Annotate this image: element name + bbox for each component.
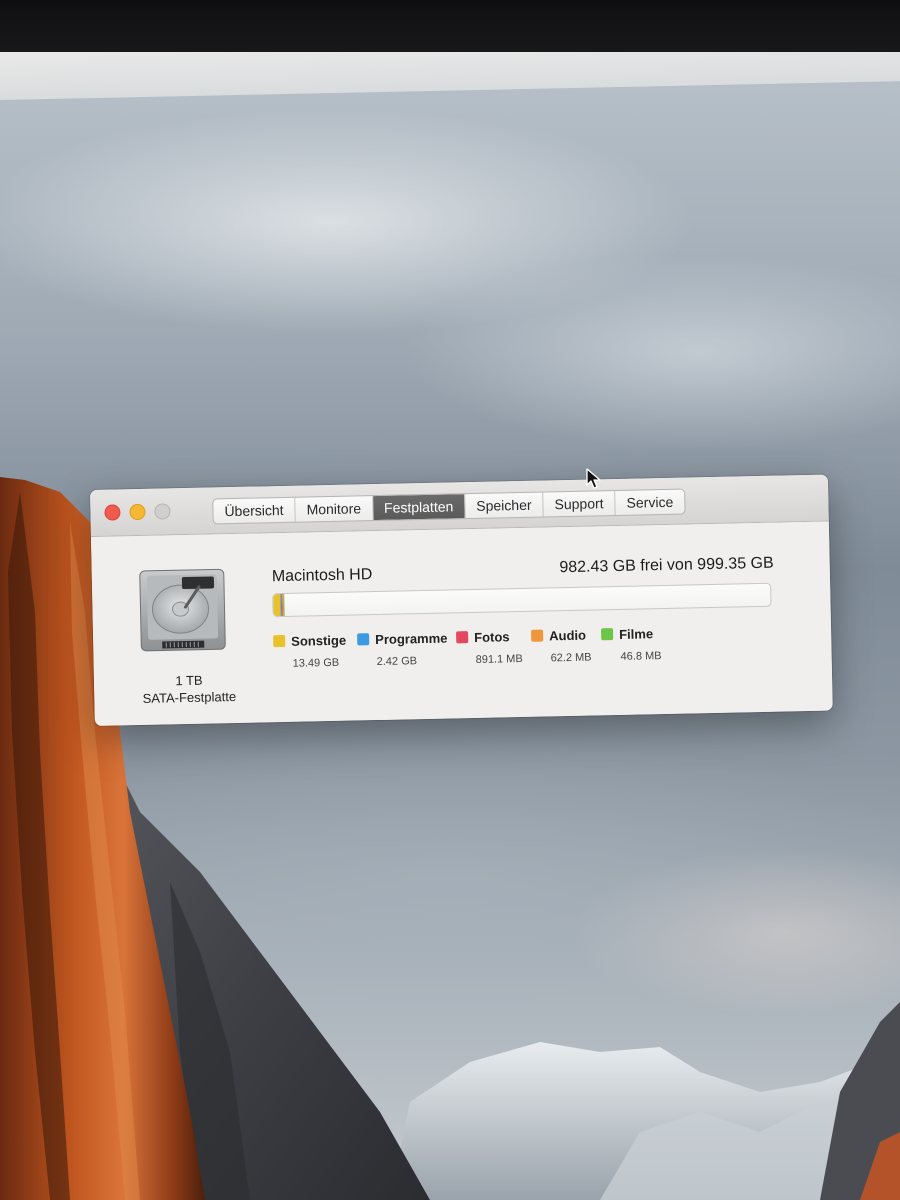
legend-swatch bbox=[456, 631, 469, 644]
storage-usage-bar bbox=[272, 582, 772, 618]
hard-drive-icon bbox=[139, 568, 226, 652]
legend-label: Programme bbox=[375, 630, 448, 648]
minimize-button[interactable] bbox=[129, 503, 146, 521]
about-this-mac-window: Übersicht Monitore Festplatten Speicher … bbox=[90, 474, 833, 726]
desktop: Übersicht Monitore Festplatten Speicher … bbox=[0, 52, 900, 1200]
storage-pane: 1 TB SATA-Festplatte Macintosh HD 982.43… bbox=[90, 521, 833, 726]
legend-label: Audio bbox=[548, 627, 587, 644]
close-button[interactable] bbox=[104, 504, 121, 521]
legend-size: 891.1 MB bbox=[475, 652, 523, 666]
tab-overview[interactable]: Übersicht bbox=[213, 497, 296, 524]
tab-bar: Übersicht Monitore Festplatten Speicher … bbox=[212, 488, 686, 525]
volume-name: Macintosh HD bbox=[271, 566, 373, 586]
mouse-pointer-icon bbox=[586, 468, 601, 489]
disk-type: SATA-Festplatte bbox=[142, 688, 237, 706]
volume-free-space: 982.43 GB frei von 999.35 GB bbox=[559, 554, 774, 577]
zoom-button[interactable] bbox=[154, 503, 171, 520]
storage-legend: Sonstige 13.49 GB Programme 2.42 GB Foto… bbox=[273, 623, 754, 683]
legend-swatch bbox=[273, 634, 286, 648]
legend-item-other: Sonstige 13.49 GB bbox=[273, 632, 347, 671]
tab-storage[interactable]: Festplatten bbox=[372, 494, 466, 521]
legend-item-photos: Fotos 891.1 MB bbox=[456, 628, 523, 666]
legend-swatch bbox=[357, 633, 370, 646]
legend-swatch bbox=[601, 628, 614, 641]
disk-capacity: 1 TB bbox=[175, 672, 203, 689]
legend-item-apps: Programme 2.42 GB bbox=[357, 630, 448, 669]
legend-swatch bbox=[531, 629, 544, 642]
legend-size: 62.2 MB bbox=[550, 651, 592, 665]
legend-size: 46.8 MB bbox=[620, 650, 662, 663]
tab-displays[interactable]: Monitore bbox=[295, 496, 374, 522]
legend-size: 13.49 GB bbox=[292, 656, 340, 670]
tab-memory[interactable]: Speicher bbox=[465, 492, 544, 519]
legend-label: Sonstige bbox=[291, 632, 347, 649]
legend-item-movies: Filme 46.8 MB bbox=[601, 625, 662, 663]
legend-size: 2.42 GB bbox=[376, 655, 418, 669]
legend-label: Filme bbox=[618, 626, 654, 642]
legend-label: Fotos bbox=[474, 629, 510, 645]
legend-item-audio: Audio 62.2 MB bbox=[531, 627, 592, 665]
tab-service[interactable]: Service bbox=[615, 490, 684, 515]
tab-support[interactable]: Support bbox=[543, 490, 616, 517]
usage-segment-4 bbox=[283, 593, 285, 616]
